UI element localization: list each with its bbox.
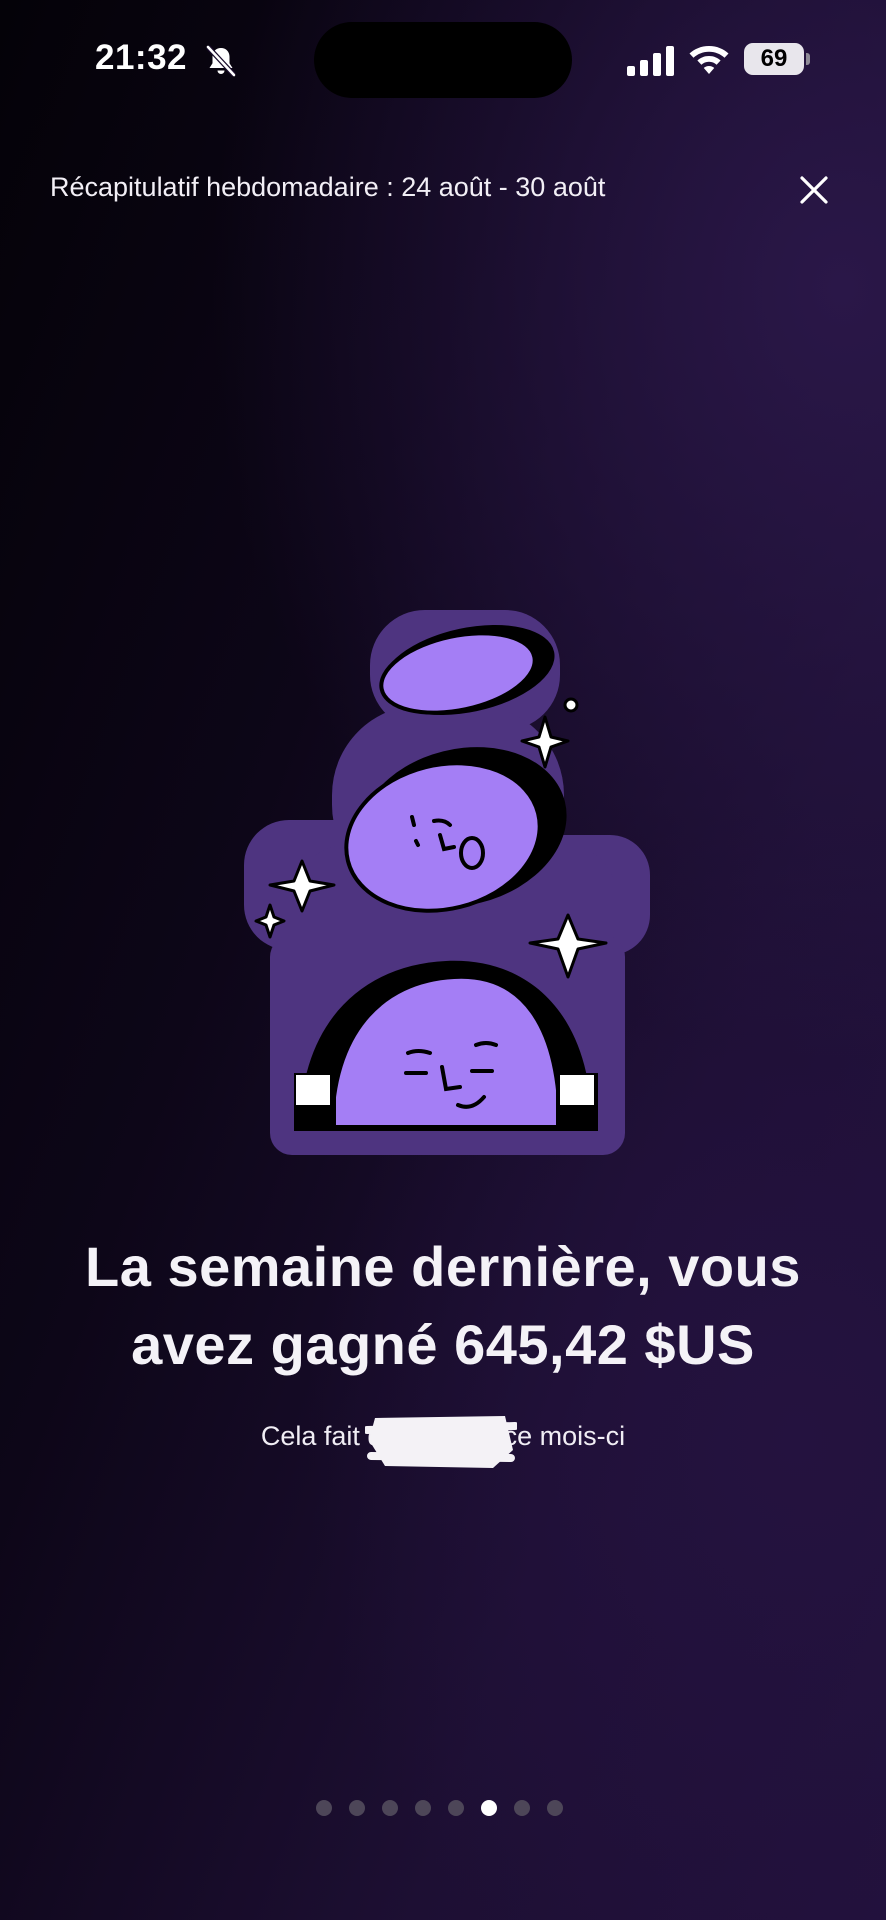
page-indicator bbox=[316, 1800, 563, 1816]
status-bar: 21:32 69 bbox=[0, 0, 886, 120]
earnings-headline: La semaine dernière, vous avez gagné 645… bbox=[0, 1228, 886, 1384]
close-icon[interactable] bbox=[796, 172, 832, 208]
wifi-icon bbox=[689, 46, 729, 74]
page-dot[interactable] bbox=[514, 1800, 530, 1816]
battery-level: 69 bbox=[744, 43, 804, 75]
page-dot-active[interactable] bbox=[481, 1800, 497, 1816]
page-dot[interactable] bbox=[316, 1800, 332, 1816]
page-dot[interactable] bbox=[382, 1800, 398, 1816]
battery-nub bbox=[806, 53, 810, 65]
recap-header-title: Récapitulatif hebdomadaire : 24 août - 3… bbox=[50, 172, 606, 202]
bell-slash-icon bbox=[206, 45, 236, 77]
sparkle-dot bbox=[563, 697, 579, 713]
page-dot[interactable] bbox=[448, 1800, 464, 1816]
page-dot[interactable] bbox=[349, 1800, 365, 1816]
signal-icon bbox=[627, 46, 674, 76]
dynamic-island bbox=[314, 22, 572, 98]
page-dot[interactable] bbox=[547, 1800, 563, 1816]
redaction-scribble bbox=[365, 1416, 517, 1468]
status-time: 21:32 bbox=[95, 38, 188, 77]
page-dot[interactable] bbox=[415, 1800, 431, 1816]
coin-stack-illustration bbox=[244, 610, 650, 1155]
headline-line-1: La semaine dernière, vous bbox=[85, 1235, 801, 1298]
headline-line-2: avez gagné 645,42 $US bbox=[131, 1313, 755, 1376]
battery-icon: 69 bbox=[744, 43, 810, 75]
